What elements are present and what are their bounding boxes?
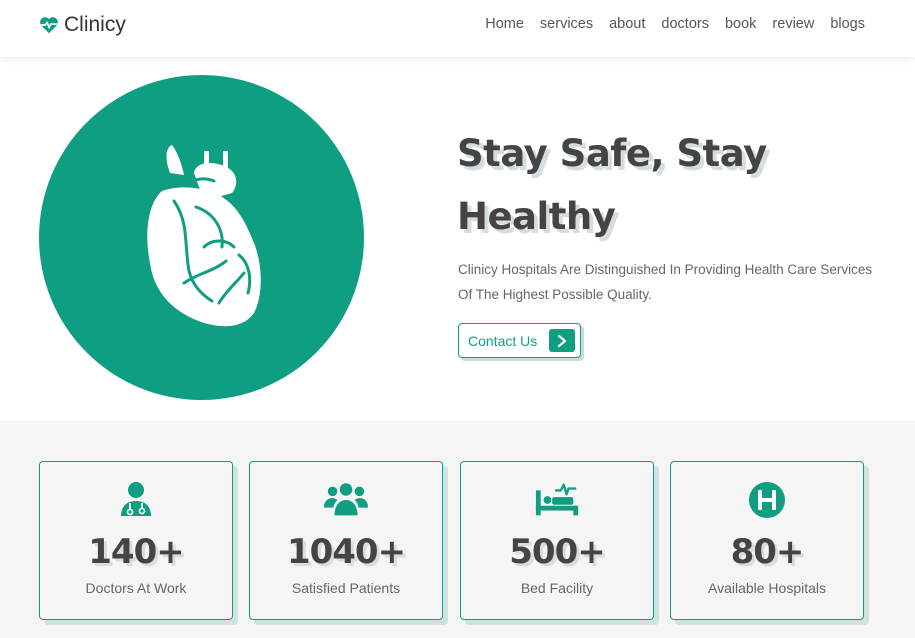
brand-logo[interactable]: Clinicy <box>38 13 126 37</box>
stat-value: 140+ <box>88 532 184 572</box>
stat-card-beds: 500+ Bed Facility <box>460 461 654 620</box>
nav-doctors[interactable]: doctors <box>661 16 709 32</box>
heartbeat-icon <box>40 17 58 34</box>
main-nav: Home services about doctors book review … <box>485 16 865 32</box>
nav-review[interactable]: review <box>772 16 814 32</box>
chevron-right-icon <box>549 329 575 352</box>
stat-value: 80+ <box>730 532 805 572</box>
stat-card-hospitals: 80+ Available Hospitals <box>670 461 864 620</box>
nav-about[interactable]: about <box>609 16 645 32</box>
stats-section: 140+ Doctors At Work 1040+ Satisfied Pat… <box>0 421 915 638</box>
procedures-bed-icon <box>535 483 579 516</box>
doctor-icon <box>121 482 151 516</box>
hero-image <box>39 75 364 400</box>
nav-blogs[interactable]: blogs <box>830 16 865 32</box>
hero-description: Clinicy Hospitals Are Distinguished In P… <box>458 262 873 302</box>
stat-value: 500+ <box>509 532 605 572</box>
hero-section: Stay Safe, Stay Healthy Clinicy Hospital… <box>0 57 915 421</box>
contact-us-label: Contact Us <box>468 332 538 349</box>
hero-title: Stay Safe, Stay Healthy <box>457 132 767 238</box>
stat-label: Satisfied Patients <box>291 580 401 596</box>
users-icon <box>323 483 369 516</box>
human-heart-icon <box>147 145 261 327</box>
nav-book[interactable]: book <box>725 16 756 32</box>
brand-name: Clinicy <box>64 13 126 36</box>
nav-services[interactable]: services <box>540 16 593 32</box>
stat-value: 1040+ <box>286 532 406 572</box>
stat-card-doctors: 140+ Doctors At Work <box>39 461 233 620</box>
site-header: Clinicy Home services about doctors book… <box>0 0 915 57</box>
stat-label: Doctors At Work <box>85 580 187 596</box>
nav-home[interactable]: Home <box>485 16 524 32</box>
stat-label: Bed Facility <box>520 580 594 596</box>
stat-label: Available Hospitals <box>707 580 827 596</box>
contact-us-button[interactable]: Contact Us <box>458 323 581 358</box>
stat-card-patients: 1040+ Satisfied Patients <box>249 461 443 620</box>
hospital-h-icon <box>749 482 785 518</box>
